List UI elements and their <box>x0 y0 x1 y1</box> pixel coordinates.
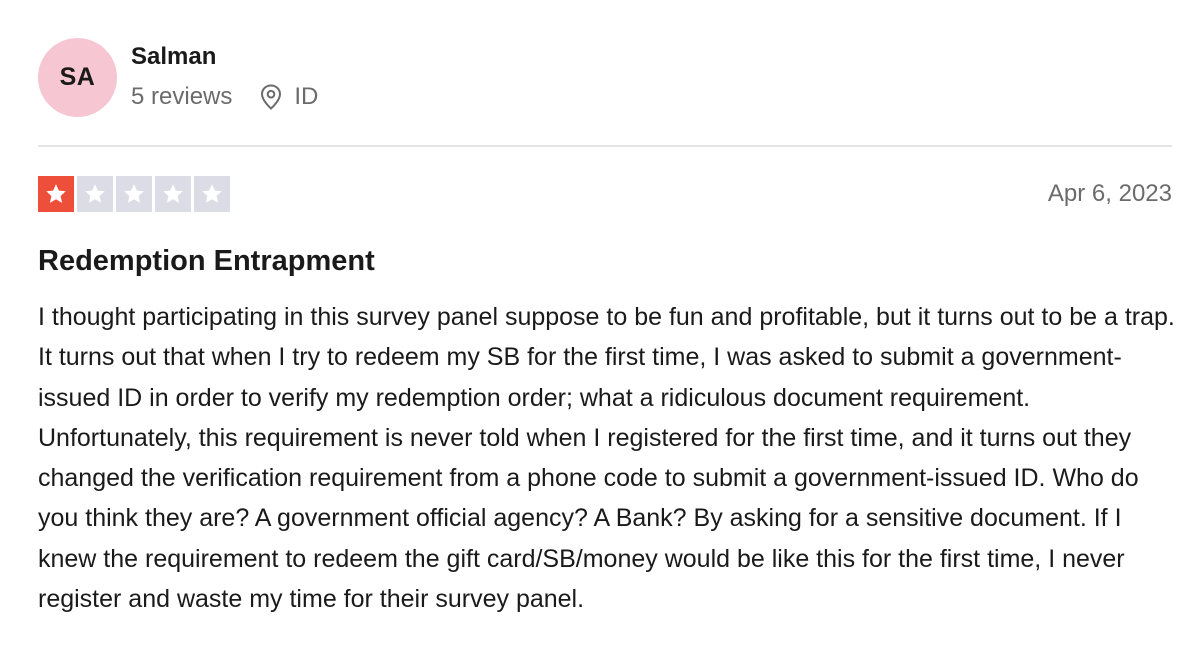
divider <box>38 145 1172 147</box>
review-date: Apr 6, 2023 <box>1047 180 1172 207</box>
star-empty <box>194 176 230 212</box>
reviewer-name[interactable]: Salman <box>131 42 216 72</box>
review-count: 5 reviews <box>131 83 233 110</box>
reviewer-meta: 5 reviews ID <box>131 82 318 112</box>
star-icon <box>85 184 105 203</box>
location-pin-icon <box>260 83 282 111</box>
star-empty <box>116 176 152 212</box>
star-empty <box>155 176 191 212</box>
star-rating <box>38 176 230 212</box>
star-icon <box>163 184 183 203</box>
star-filled <box>38 176 74 212</box>
review-body: I thought participating in this survey p… <box>38 303 1175 614</box>
review-title[interactable]: Redemption Entrapment <box>38 243 375 279</box>
star-icon <box>46 184 66 203</box>
star-empty <box>77 176 113 212</box>
reviewer-country: ID <box>294 83 319 110</box>
star-icon <box>202 184 222 203</box>
review-card: SA Salman 5 reviews ID Apr 6, 2023 Redem… <box>0 0 1202 672</box>
avatar[interactable]: SA <box>38 38 117 117</box>
star-icon <box>124 184 144 203</box>
